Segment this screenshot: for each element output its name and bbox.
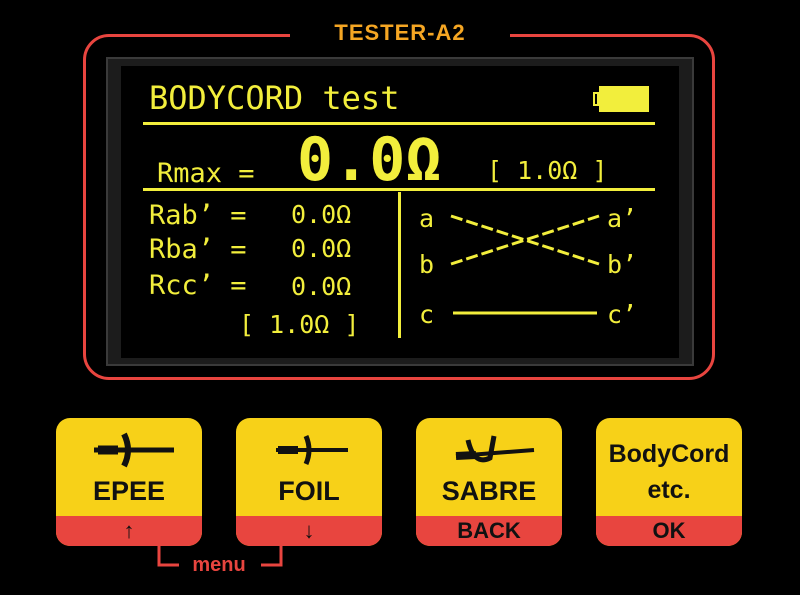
up-arrow-icon: ↑ — [56, 516, 202, 546]
foil-icon — [276, 435, 348, 465]
device-title: TESTER-A2 — [290, 18, 510, 48]
lcd-screen: BODYCORD test Rmax = 0.0Ω [ 1.0Ω ] Rab’ … — [121, 66, 679, 358]
bodycord-button[interactable]: BodyCord etc. OK — [596, 418, 742, 546]
ok-label: OK — [596, 516, 742, 546]
epee-button[interactable]: EPEE ↑ — [56, 418, 202, 546]
foil-button[interactable]: FOIL ↓ — [236, 418, 382, 546]
menu-label: menu — [180, 554, 258, 576]
sabre-button[interactable]: SABRE BACK — [416, 418, 562, 546]
wiring-diagram — [450, 214, 600, 315]
epee-icon — [94, 432, 174, 468]
down-arrow-icon: ↓ — [236, 516, 382, 546]
back-label: BACK — [416, 516, 562, 546]
sabre-icon — [455, 435, 535, 463]
epee-label: EPEE — [92, 476, 166, 506]
bodycord-label-line1: BodyCord — [608, 440, 730, 468]
bodycord-label-line2: etc. — [647, 476, 691, 504]
sabre-label: SABRE — [441, 476, 537, 506]
foil-label: FOIL — [278, 476, 340, 506]
